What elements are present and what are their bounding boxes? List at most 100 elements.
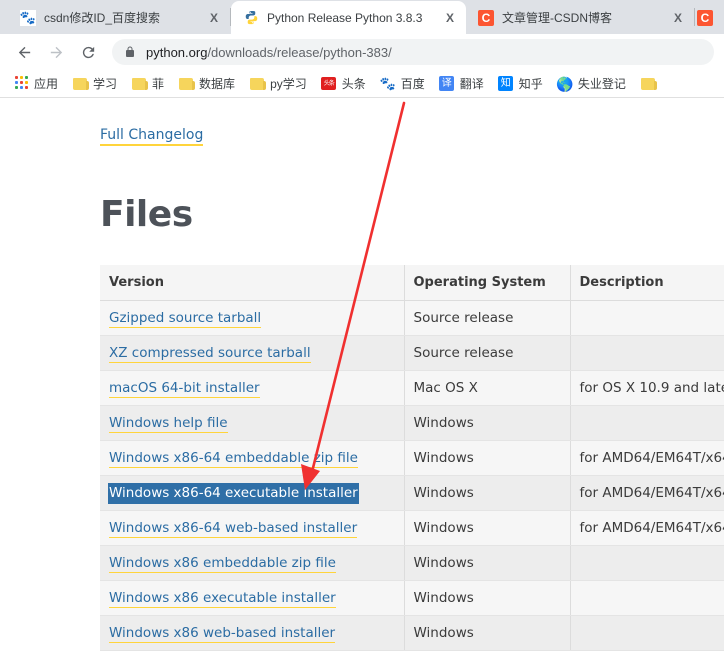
browser-tab-2[interactable]: Python Release Python 3.8.3 X (231, 1, 466, 34)
folder-icon (72, 76, 90, 92)
bookmark-fanyi[interactable]: 译 翻译 (434, 73, 489, 94)
csdn-icon: C (697, 9, 713, 26)
cell-description: for AMD64/EM64T/x64 (570, 510, 724, 546)
forward-arrow-icon (50, 46, 62, 58)
reload-icon (82, 46, 94, 58)
reload-button[interactable] (74, 38, 102, 66)
folder-icon (249, 76, 267, 92)
bookmarks-bar: 应用 学习 菲 数据库 py学习 头条 头条 🐾 百度 译 翻译 知 知乎 🌎 … (0, 70, 724, 98)
bookmark-label: 学习 (93, 77, 118, 91)
bookmark-label: 翻译 (459, 77, 484, 91)
baidu-icon: 🐾 (19, 9, 37, 26)
browser-tab-3[interactable]: C 文章管理-CSDN博客 X (466, 1, 694, 34)
cell-operating-system: Windows (404, 475, 571, 511)
cell-operating-system: Source release (404, 335, 571, 371)
browser-tab-1[interactable]: 🐾 csdn修改ID_百度搜索 X (8, 1, 230, 34)
cell-version: Windows help file (100, 405, 405, 441)
bookmark-baidu[interactable]: 🐾 百度 (375, 73, 430, 94)
bookmark-zhihu[interactable]: 知 知乎 (493, 73, 548, 94)
bookmark-xuexi[interactable]: 学习 (67, 73, 122, 94)
bookmark-fei[interactable]: 菲 (126, 73, 169, 94)
tab-close-button[interactable]: X (206, 11, 222, 25)
browser-toolbar: python.org/downloads/release/python-383/ (0, 34, 724, 70)
files-table-body: Gzipped source tarball Source release XZ c… (100, 300, 724, 651)
version-link[interactable]: Windows x86 web-based installer (109, 625, 336, 643)
bookmark-label: 应用 (34, 77, 59, 91)
bookmark-label: 百度 (400, 77, 425, 91)
bookmark-py-xuexi[interactable]: py学习 (244, 73, 312, 94)
cell-operating-system: Mac OS X (404, 370, 571, 406)
bookmark-shiye-dengji[interactable]: 🌎 失业登记 (552, 73, 631, 94)
folder-icon (178, 76, 196, 92)
tab-title: csdn修改ID_百度搜索 (44, 11, 161, 25)
version-link[interactable]: Gzipped source tarball (109, 310, 262, 328)
cell-description (570, 580, 724, 616)
back-arrow-icon (18, 46, 30, 58)
cell-version: Windows x86-64 executable installer (100, 475, 405, 511)
table-row: XZ compressed source tarball Source relea… (100, 335, 724, 371)
table-row: Windows x86-64 embeddable zip file Window… (100, 440, 724, 476)
version-link[interactable]: Windows help file (109, 415, 228, 433)
bookmark-overflow[interactable] (635, 74, 666, 94)
table-row: macOS 64-bit installer Mac OS Xfor OS X 1… (100, 370, 724, 406)
page-title: Files (100, 194, 193, 235)
cell-operating-system: Windows (404, 615, 571, 651)
tab-close-button[interactable]: X (442, 11, 458, 25)
forward-button[interactable] (42, 38, 70, 66)
cell-operating-system: Windows (404, 510, 571, 546)
column-header-description: Description (570, 265, 724, 301)
cell-operating-system: Source release (404, 300, 571, 336)
bookmark-label: py学习 (270, 77, 307, 91)
browser-tab-4[interactable]: C (695, 1, 713, 34)
table-row: Windows help file Windows (100, 405, 724, 441)
bookmark-label: 失业登记 (577, 77, 626, 91)
folder-icon (640, 76, 657, 92)
version-link[interactable]: macOS 64-bit installer (109, 380, 260, 398)
tab-title: Python Release Python 3.8.3 (267, 10, 423, 25)
version-link[interactable]: Windows x86-64 web-based installer (109, 520, 358, 538)
table-row: Windows x86-64 web-based installer Window… (100, 510, 724, 546)
tab-close-button[interactable]: X (670, 11, 686, 25)
table-row: Windows x86 web-based installer Windows (100, 615, 724, 651)
cell-operating-system: Windows (404, 580, 571, 616)
version-link[interactable]: Windows x86-64 embeddable zip file (109, 450, 358, 468)
back-button[interactable] (10, 38, 38, 66)
bookmark-apps[interactable]: 应用 (8, 73, 63, 94)
column-header-version: Version (100, 265, 405, 301)
url-text: python.org/downloads/release/python-383/ (146, 45, 392, 60)
version-link[interactable]: Windows x86 executable installer (109, 590, 336, 608)
cell-version: Gzipped source tarball (100, 300, 405, 336)
table-row: Windows x86 embeddable zip file Windows (100, 545, 724, 581)
cell-version: Windows x86-64 web-based installer (100, 510, 405, 546)
bookmark-label: 知乎 (518, 77, 543, 91)
cell-description (570, 545, 724, 581)
cell-description: for AMD64/EM64T/x64 (570, 475, 724, 511)
bookmark-label: 数据库 (199, 77, 236, 91)
page-viewport: Full Changelog Files Version Operating S… (0, 98, 724, 655)
bookmark-toutiao[interactable]: 头条 头条 (316, 73, 371, 94)
cell-description (570, 335, 724, 371)
apps-grid-icon (13, 75, 29, 92)
cell-version: XZ compressed source tarball (100, 335, 405, 371)
cell-version: macOS 64-bit installer (100, 370, 405, 406)
version-link[interactable]: XZ compressed source tarball (109, 345, 311, 363)
version-link[interactable]: Windows x86 embeddable zip file (109, 555, 336, 573)
folder-icon (131, 76, 149, 92)
globe-icon: 🌎 (556, 75, 574, 92)
fanyi-icon: 译 (439, 76, 455, 92)
address-bar[interactable]: python.org/downloads/release/python-383/ (112, 39, 714, 65)
python-icon (243, 10, 259, 26)
zhihu-icon: 知 (498, 76, 514, 92)
toutiao-icon: 头条 (321, 76, 337, 92)
cell-operating-system: Windows (404, 440, 571, 476)
cell-description (570, 615, 724, 651)
tab-title: 文章管理-CSDN博客 (502, 11, 612, 25)
cell-description (570, 405, 724, 441)
lock-icon (126, 46, 134, 57)
version-link[interactable]: Windows x86-64 executable installer (108, 483, 359, 504)
table-row: Windows x86-64 executable installer Windo… (100, 475, 724, 511)
full-changelog-link[interactable]: Full Changelog (100, 127, 204, 146)
cell-operating-system: Windows (404, 405, 571, 441)
csdn-icon: C (478, 9, 494, 26)
bookmark-database[interactable]: 数据库 (173, 73, 240, 94)
